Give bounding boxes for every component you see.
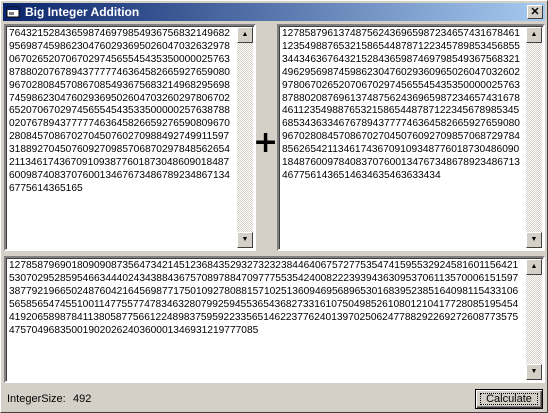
app-window: Big Integer Addition ✕ 76432152843659874… [0,0,548,413]
scroll-down-arrow-icon: ▼ [530,368,538,375]
scroll-down-arrow-icon: ▼ [241,236,249,243]
scroll-down-button[interactable]: ▼ [526,232,542,248]
result-text[interactable]: 1278587969018090908735647342145123684352… [9,260,523,379]
app-window-icon [6,5,20,19]
window-title: Big Integer Addition [25,5,140,19]
integer-size-label: IntegerSize: [7,393,66,405]
result-scrollbar[interactable]: ▲ ▼ [526,259,542,380]
calculate-button[interactable]: Calculate [475,389,543,409]
integer-size-value: 492 [73,393,92,405]
scroll-up-arrow-icon: ▲ [241,31,249,38]
operand-b-textbox[interactable]: 1278587961374875624369659872346574316784… [277,24,545,251]
result-textbox[interactable]: 1278587969018090908735647342145123684352… [4,256,545,383]
close-icon: ✕ [530,6,540,18]
scroll-up-button[interactable]: ▲ [237,27,253,43]
scroll-up-button[interactable]: ▲ [526,27,542,43]
focus-rectangle [480,393,538,405]
operand-b-scrollbar[interactable]: ▲ ▼ [526,27,542,248]
plus-operator: + [253,125,279,160]
scroll-down-arrow-icon: ▼ [530,236,538,243]
scroll-down-button[interactable]: ▼ [526,364,542,380]
operand-b-text[interactable]: 1278587961374875624369659872346574316784… [282,28,523,247]
operand-a-scrollbar[interactable]: ▲ ▼ [237,27,253,248]
scroll-down-button[interactable]: ▼ [237,232,253,248]
scroll-up-arrow-icon: ▲ [530,31,538,38]
title-bar[interactable]: Big Integer Addition ✕ [3,3,545,21]
operand-a-textbox[interactable]: 7643215284365987469798549367568321496829… [4,24,256,251]
operand-a-text[interactable]: 7643215284365987469798549367568321496829… [9,28,234,247]
close-button[interactable]: ✕ [527,5,543,19]
scroll-up-button[interactable]: ▲ [526,259,542,275]
scroll-up-arrow-icon: ▲ [530,263,538,270]
